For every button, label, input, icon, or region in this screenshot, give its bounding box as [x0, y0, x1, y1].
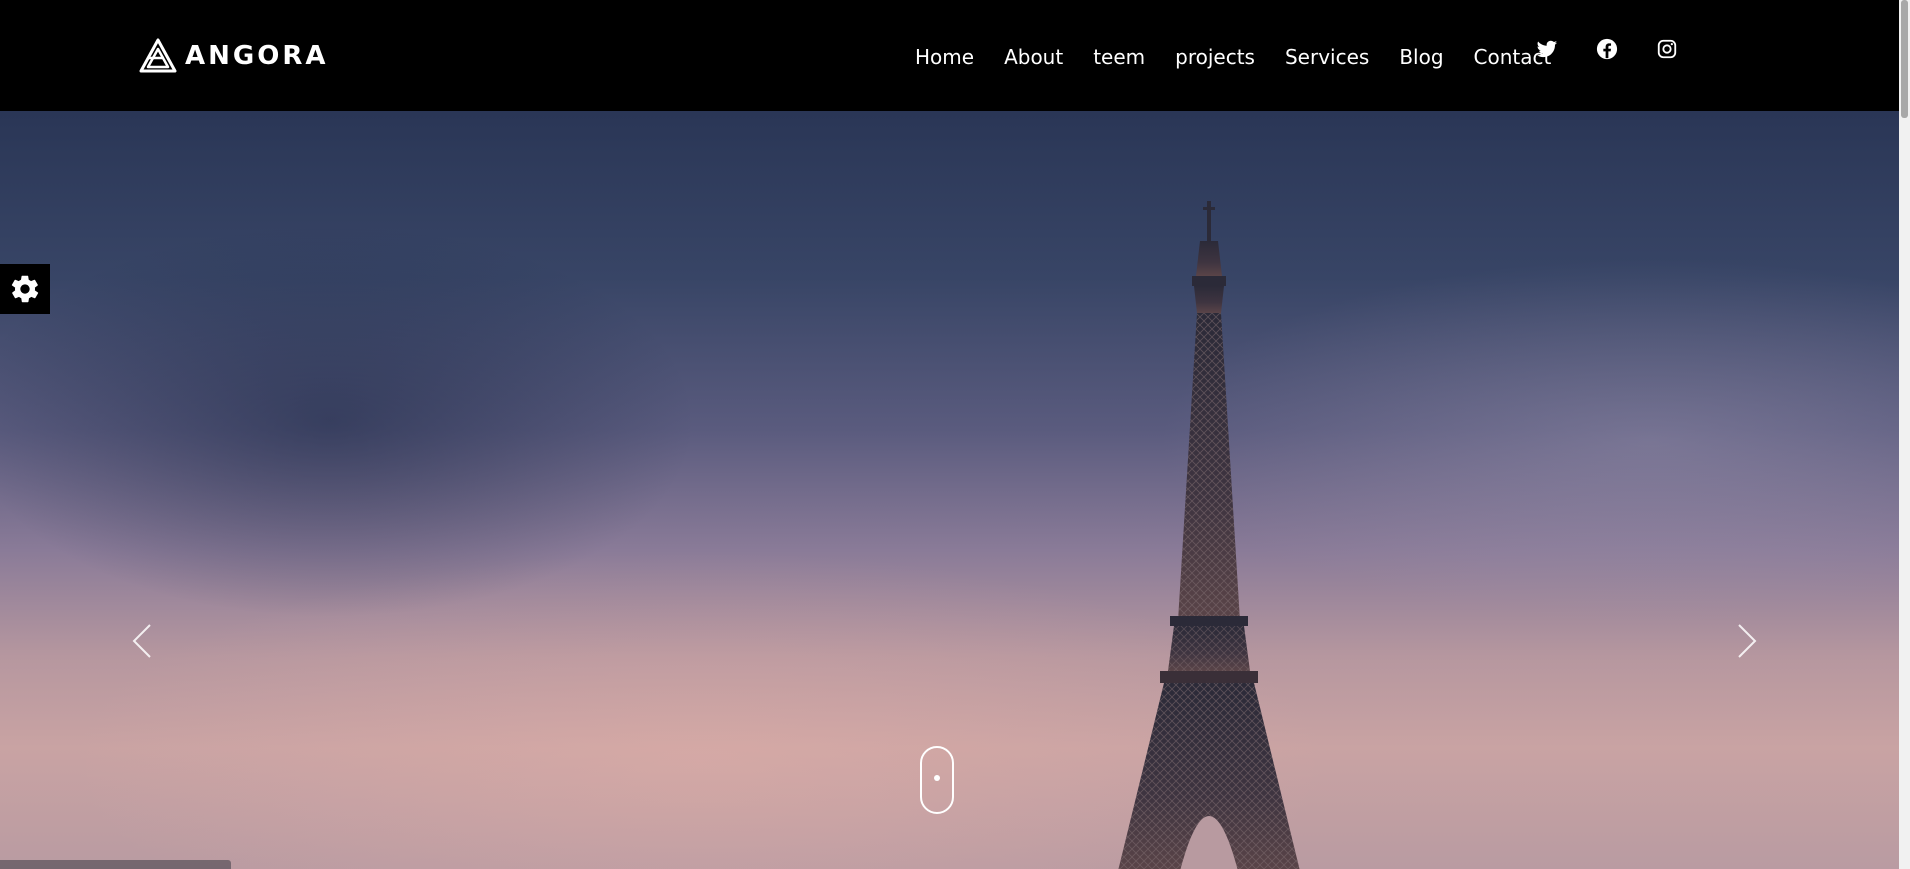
mouse-scroll-icon[interactable]	[920, 746, 954, 814]
angora-logo-icon	[139, 38, 177, 73]
nav-item-home[interactable]: Home	[915, 43, 974, 71]
hero-slider	[0, 111, 1899, 869]
nav-item-projects[interactable]: projects	[1175, 43, 1255, 71]
social-links	[1536, 38, 1678, 60]
nav-item-about[interactable]: About	[1004, 43, 1063, 71]
settings-toggle-button[interactable]	[0, 264, 50, 314]
eiffel-tower-image	[1118, 201, 1300, 869]
twitter-icon[interactable]	[1536, 38, 1558, 60]
gear-icon	[11, 275, 39, 303]
brand-logo[interactable]: ANGORA	[139, 38, 328, 74]
nav-item-services[interactable]: Services	[1285, 43, 1369, 71]
main-nav: Home About teem projects Services Blog C…	[915, 43, 1551, 71]
nav-item-blog[interactable]: Blog	[1399, 43, 1443, 71]
page-scrollbar[interactable]	[1899, 0, 1910, 869]
brand-name: ANGORA	[185, 41, 329, 71]
facebook-icon[interactable]	[1596, 38, 1618, 60]
chevron-left-icon[interactable]	[128, 621, 156, 661]
site-header: ANGORA Home About teem projects Services…	[0, 0, 1899, 111]
scroll-dot	[934, 775, 940, 781]
chevron-right-icon[interactable]	[1733, 621, 1761, 661]
scrollbar-thumb[interactable]	[1901, 0, 1908, 118]
instagram-icon[interactable]	[1656, 38, 1678, 60]
browser-status-bar	[0, 860, 231, 869]
nav-item-team[interactable]: teem	[1093, 43, 1145, 71]
